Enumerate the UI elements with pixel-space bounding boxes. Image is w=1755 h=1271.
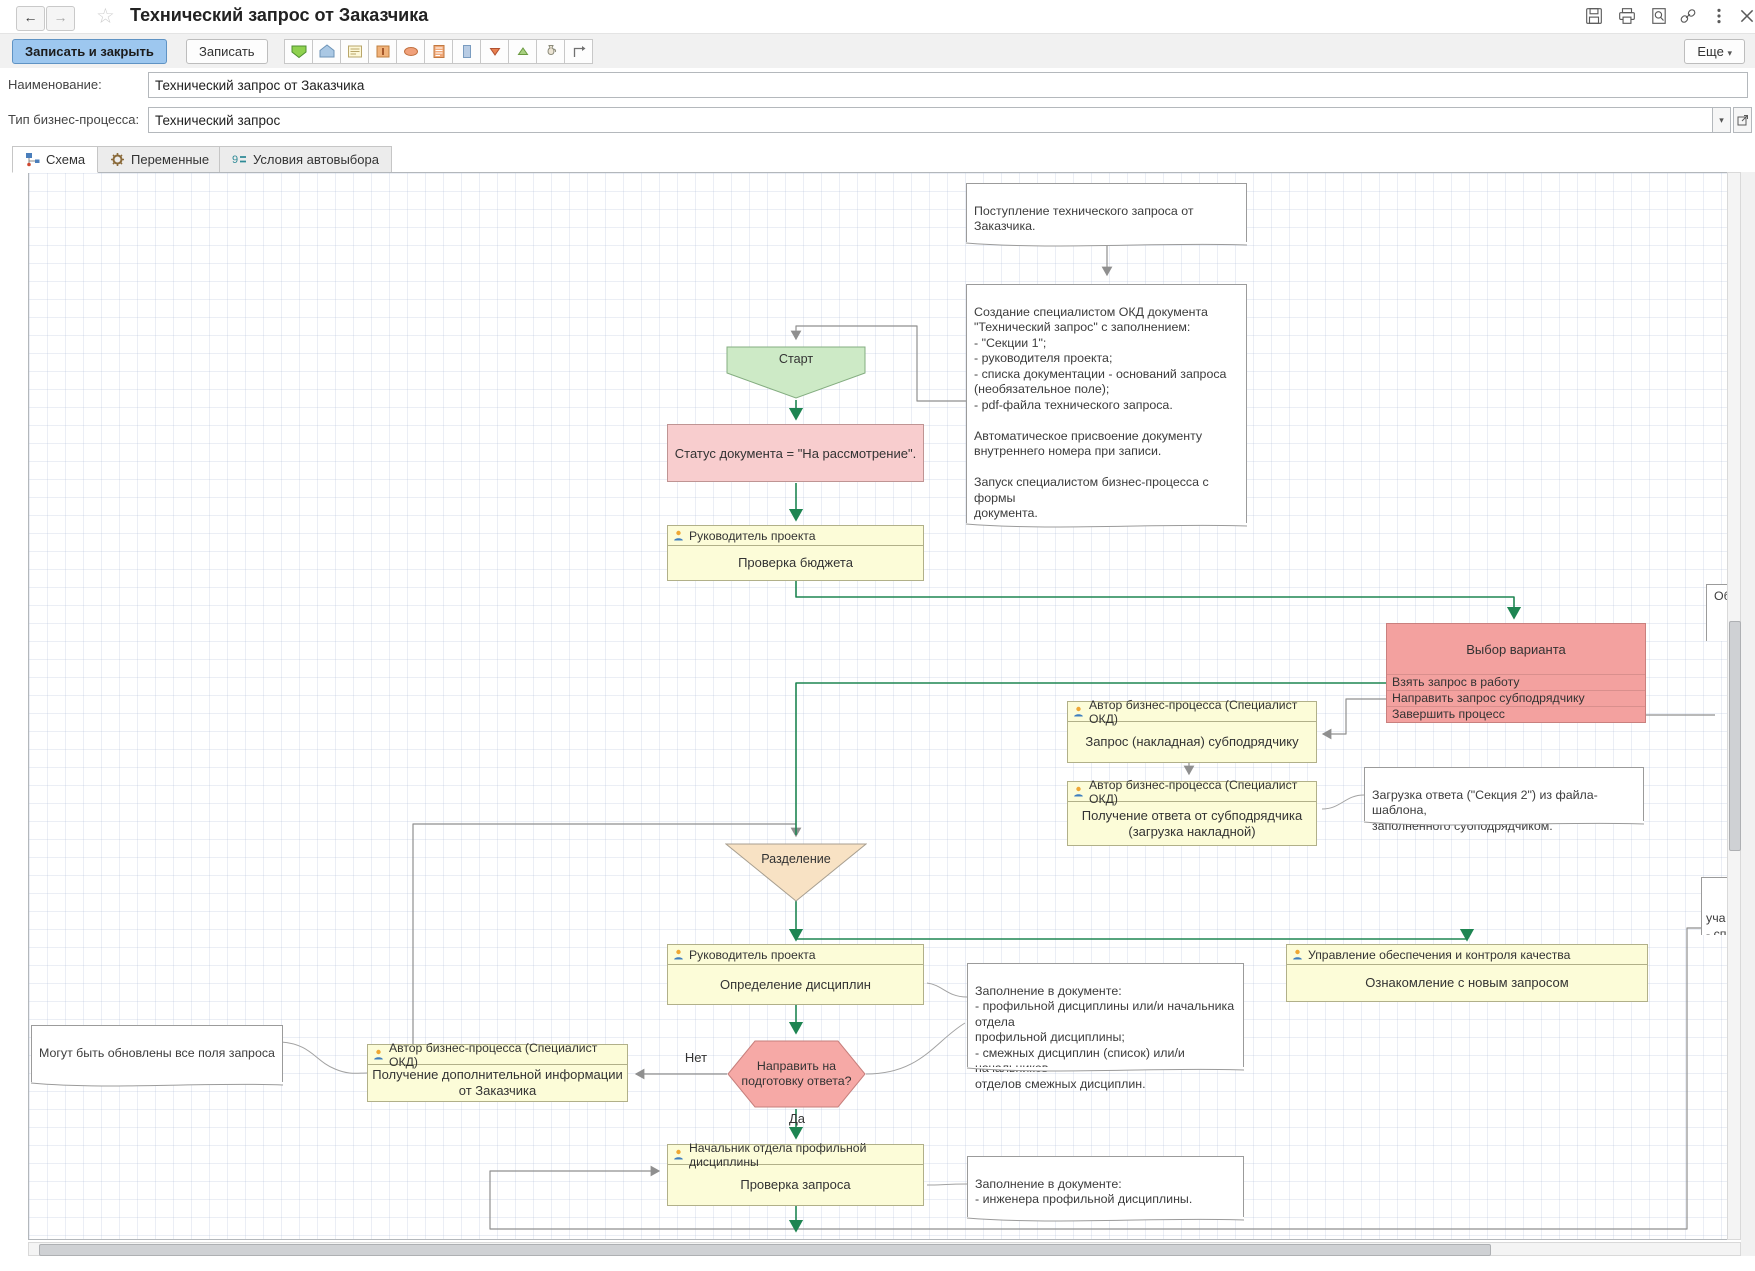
choice-option-finish[interactable]: Завершить процесс: [1387, 706, 1645, 722]
branch-label-no: Нет: [677, 1050, 715, 1065]
task-action: Определение дисциплин: [668, 965, 923, 1004]
task-request-check[interactable]: Начальник отдела профильной дисциплины П…: [667, 1144, 924, 1206]
type-dropdown-button[interactable]: ▾: [1712, 107, 1731, 133]
save-button[interactable]: Записать: [186, 39, 268, 64]
event-icon[interactable]: [396, 39, 425, 64]
tab-schema-label: Схема: [46, 152, 85, 167]
command-bar: Записать и закрыть Записать Еще ▾: [0, 34, 1755, 69]
task-role: Руководитель проекта: [689, 948, 816, 962]
task-role: Управление обеспечения и контроля качест…: [1308, 948, 1570, 962]
annotation-document-creation[interactable]: Создание специалистом ОКД документа "Тех…: [966, 284, 1247, 524]
tab-autoselect-conditions[interactable]: 9 Условия автовыбора: [219, 146, 392, 173]
tab-variables-label: Переменные: [131, 152, 209, 167]
close-icon[interactable]: [1738, 7, 1755, 25]
task-action: Ознакомление с новым запросом: [1287, 965, 1647, 1001]
horizontal-scrollbar-thumb[interactable]: [39, 1244, 1491, 1256]
task-extra-info[interactable]: Автор бизнес-процесса (Специалист ОКД) П…: [367, 1044, 628, 1102]
person-icon: [673, 530, 684, 541]
person-icon: [673, 949, 684, 960]
favorite-star-icon[interactable]: ☆: [96, 4, 115, 29]
type-input[interactable]: [148, 107, 1713, 133]
end-point-icon[interactable]: [312, 39, 341, 64]
task-action: Получение дополнительной информации от З…: [368, 1065, 627, 1101]
business-process-editor-window: ← → ☆ Технический запрос от Заказчика За…: [0, 0, 1755, 1271]
more-button[interactable]: Еще ▾: [1684, 39, 1745, 64]
status-node[interactable]: Статус документа = "На рассмотрение".: [667, 424, 924, 482]
name-field-row: Наименование:: [0, 68, 1755, 103]
annotation-response-upload[interactable]: Загрузка ответа ("Секция 2") из файла-ша…: [1364, 767, 1644, 822]
type-open-button[interactable]: [1733, 107, 1752, 133]
choice-option-take[interactable]: Взять запрос в работу: [1387, 674, 1645, 690]
person-icon: [1292, 949, 1303, 960]
action-icon[interactable]: [340, 39, 369, 64]
save-icon[interactable]: [1585, 7, 1605, 25]
right-margin: [1741, 172, 1755, 1256]
start-point-icon[interactable]: [284, 39, 313, 64]
merge-icon[interactable]: [508, 39, 537, 64]
tab-schema[interactable]: Схема: [12, 146, 98, 173]
shape-palette: [285, 39, 593, 64]
task-role: Руководитель проекта: [689, 529, 816, 543]
swimlane-icon[interactable]: [452, 39, 481, 64]
split-icon[interactable]: [480, 39, 509, 64]
horizontal-scrollbar[interactable]: [28, 1242, 1741, 1256]
scheme-canvas[interactable]: Поступление технического запроса от Зака…: [28, 172, 1741, 1240]
task-action: Проверка запроса: [668, 1165, 923, 1205]
person-icon: [1073, 706, 1084, 717]
annotation-fields-updated[interactable]: Могут быть обновлены все поля запроса: [31, 1025, 283, 1083]
task-define-disciplines[interactable]: Руководитель проекта Определение дисципл…: [667, 944, 924, 1005]
task-action: Проверка бюджета: [668, 546, 923, 580]
person-icon: [1073, 786, 1084, 797]
person-icon: [373, 1049, 384, 1060]
person-icon: [673, 1149, 684, 1160]
task-quality-review[interactable]: Управление обеспечения и контроля качест…: [1286, 944, 1648, 1002]
connector-icon[interactable]: [564, 39, 593, 64]
status-label: Статус документа = "На рассмотрение".: [675, 446, 916, 461]
task-action: Получение ответа от субподрядчика (загру…: [1068, 802, 1316, 845]
task-subcontractor-request[interactable]: Автор бизнес-процесса (Специалист ОКД) З…: [1067, 701, 1317, 763]
annotation-fill-disciplines[interactable]: Заполнение в документе: - профильной дис…: [967, 963, 1244, 1068]
nested-process-icon[interactable]: [368, 39, 397, 64]
split-node[interactable]: Разделение: [725, 843, 867, 903]
type-label: Тип бизнес-процесса:: [8, 112, 142, 127]
decision-node[interactable]: Направить на подготовку ответа?: [727, 1039, 866, 1109]
name-label: Наименование:: [8, 77, 142, 92]
choice-option-subcontractor[interactable]: Направить запрос субподрядчику: [1387, 690, 1645, 706]
annotation-fill-engineer[interactable]: Заполнение в документе: - инженера профи…: [967, 1156, 1244, 1218]
print-icon[interactable]: [1618, 7, 1638, 25]
choice-title: Выбор варианта: [1387, 624, 1645, 674]
tab-strip: Схема Переменные 9 Условия автовыбора: [0, 138, 1755, 173]
annotation-incoming-request[interactable]: Поступление технического запроса от Зака…: [966, 183, 1247, 243]
save-and-close-button[interactable]: Записать и закрыть: [12, 39, 167, 64]
task-subcontractor-response[interactable]: Автор бизнес-процесса (Специалист ОКД) П…: [1067, 781, 1317, 846]
page-title: Технический запрос от Заказчика: [130, 5, 428, 26]
link-icon[interactable]: [1679, 7, 1699, 25]
forward-button[interactable]: →: [46, 6, 75, 31]
start-point-node[interactable]: Старт: [726, 346, 866, 399]
autoselect-icon: 9: [232, 152, 247, 167]
choice-node[interactable]: Выбор варианта Взять запрос в работу Нап…: [1386, 623, 1646, 723]
tab-autoselect-label: Условия автовыбора: [253, 152, 379, 167]
task-budget-check[interactable]: Руководитель проекта Проверка бюджета: [667, 525, 924, 581]
type-field-row: Тип бизнес-процесса: ▾: [0, 103, 1755, 138]
name-input[interactable]: [148, 72, 1748, 98]
condition-jug-icon[interactable]: [536, 39, 565, 64]
schema-icon: [25, 152, 40, 167]
split-label: Разделение: [725, 852, 867, 867]
title-bar: ← → ☆ Технический запрос от Заказчика: [0, 0, 1755, 34]
start-label: Старт: [726, 352, 866, 367]
task-action: Запрос (накладная) субподрядчику: [1068, 722, 1316, 762]
back-button[interactable]: ←: [16, 6, 45, 31]
preview-search-icon[interactable]: [1650, 7, 1670, 25]
tab-variables[interactable]: Переменные: [97, 146, 222, 173]
gear-icon: [110, 152, 125, 167]
vertical-scrollbar[interactable]: [1727, 172, 1741, 1240]
branch-label-yes: Да: [785, 1111, 809, 1126]
processing-icon[interactable]: [424, 39, 453, 64]
svg-text:9: 9: [232, 154, 238, 166]
kebab-menu-icon[interactable]: [1710, 7, 1730, 25]
decision-label: Направить на подготовку ответа?: [727, 1059, 866, 1089]
vertical-scrollbar-thumb[interactable]: [1729, 621, 1741, 851]
